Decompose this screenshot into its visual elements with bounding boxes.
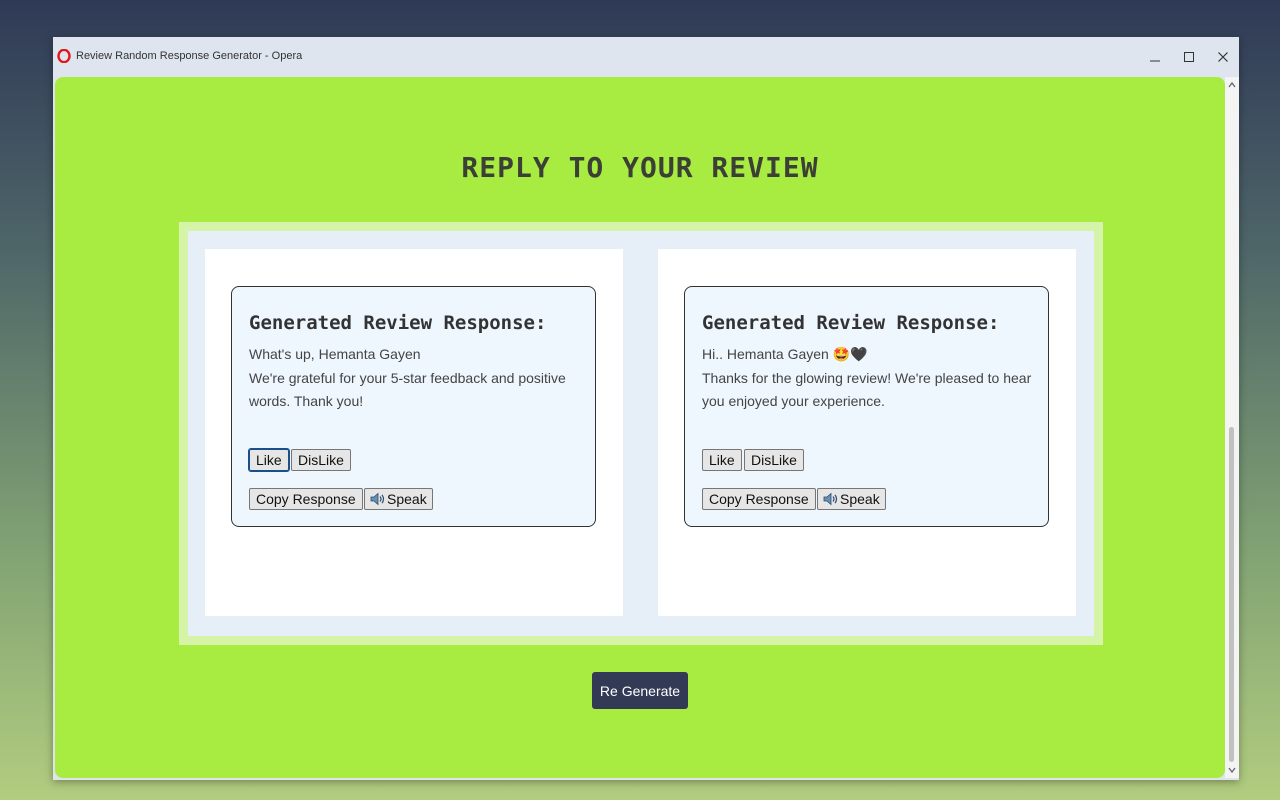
copy-response-label: Copy Response [709, 491, 809, 507]
card-title: Generated Review Response: [702, 312, 1000, 334]
browser-window: Review Random Response Generator - Opera… [53, 37, 1239, 780]
speaker-icon [823, 492, 838, 506]
scrollbar-thumb[interactable] [1229, 427, 1234, 762]
maximize-button[interactable] [1175, 45, 1203, 69]
card-title: Generated Review Response: [249, 312, 547, 334]
copy-response-button[interactable]: Copy Response [249, 488, 363, 510]
close-button[interactable] [1209, 45, 1237, 69]
response-panel-1: Generated Review Response: What's up, He… [205, 249, 623, 616]
responses-container: Generated Review Response: What's up, He… [188, 231, 1094, 636]
speak-label: Speak [840, 491, 880, 507]
response-panel-2: Generated Review Response: Hi.. Hemanta … [658, 249, 1076, 616]
close-icon [1218, 52, 1228, 62]
response-greeting: What's up, Hemanta Gayen [249, 346, 421, 362]
response-text: Hi.. Hemanta Gayen 🤩🖤 Thanks for the glo… [702, 343, 1032, 414]
scroll-down-icon[interactable] [1227, 765, 1237, 775]
opera-icon [57, 49, 71, 63]
vertical-scrollbar[interactable] [1225, 77, 1239, 778]
maximize-icon [1184, 52, 1194, 62]
minimize-button[interactable] [1141, 45, 1169, 69]
speak-label: Speak [387, 491, 427, 507]
responses-frame: Generated Review Response: What's up, He… [179, 222, 1103, 645]
like-button[interactable]: Like [248, 448, 290, 472]
dislike-button[interactable]: DisLike [291, 449, 351, 471]
minimize-icon [1150, 60, 1160, 62]
response-body: Thanks for the glowing review! We're ple… [702, 369, 1032, 410]
regenerate-button[interactable]: Re Generate [592, 672, 688, 709]
like-button[interactable]: Like [702, 449, 742, 471]
window-title: Review Random Response Generator - Opera [76, 50, 303, 62]
speaker-icon [370, 492, 385, 506]
response-card-2: Generated Review Response: Hi.. Hemanta … [684, 286, 1049, 527]
response-greeting: Hi.. Hemanta Gayen 🤩🖤 [702, 346, 868, 362]
page-content: REPLY TO YOUR REVIEW Generated Review Re… [55, 77, 1225, 778]
copy-response-button[interactable]: Copy Response [702, 488, 816, 510]
dislike-button[interactable]: DisLike [744, 449, 804, 471]
title-bar: Review Random Response Generator - Opera [53, 37, 1239, 77]
response-body: We're grateful for your 5-star feedback … [249, 369, 566, 410]
speak-button[interactable]: Speak [817, 488, 886, 510]
speak-button[interactable]: Speak [364, 488, 433, 510]
page-title: REPLY TO YOUR REVIEW [461, 151, 819, 184]
scroll-up-icon[interactable] [1227, 80, 1237, 90]
copy-response-label: Copy Response [256, 491, 356, 507]
response-text: What's up, Hemanta Gayen We're grateful … [249, 343, 579, 414]
response-card-1: Generated Review Response: What's up, He… [231, 286, 596, 527]
